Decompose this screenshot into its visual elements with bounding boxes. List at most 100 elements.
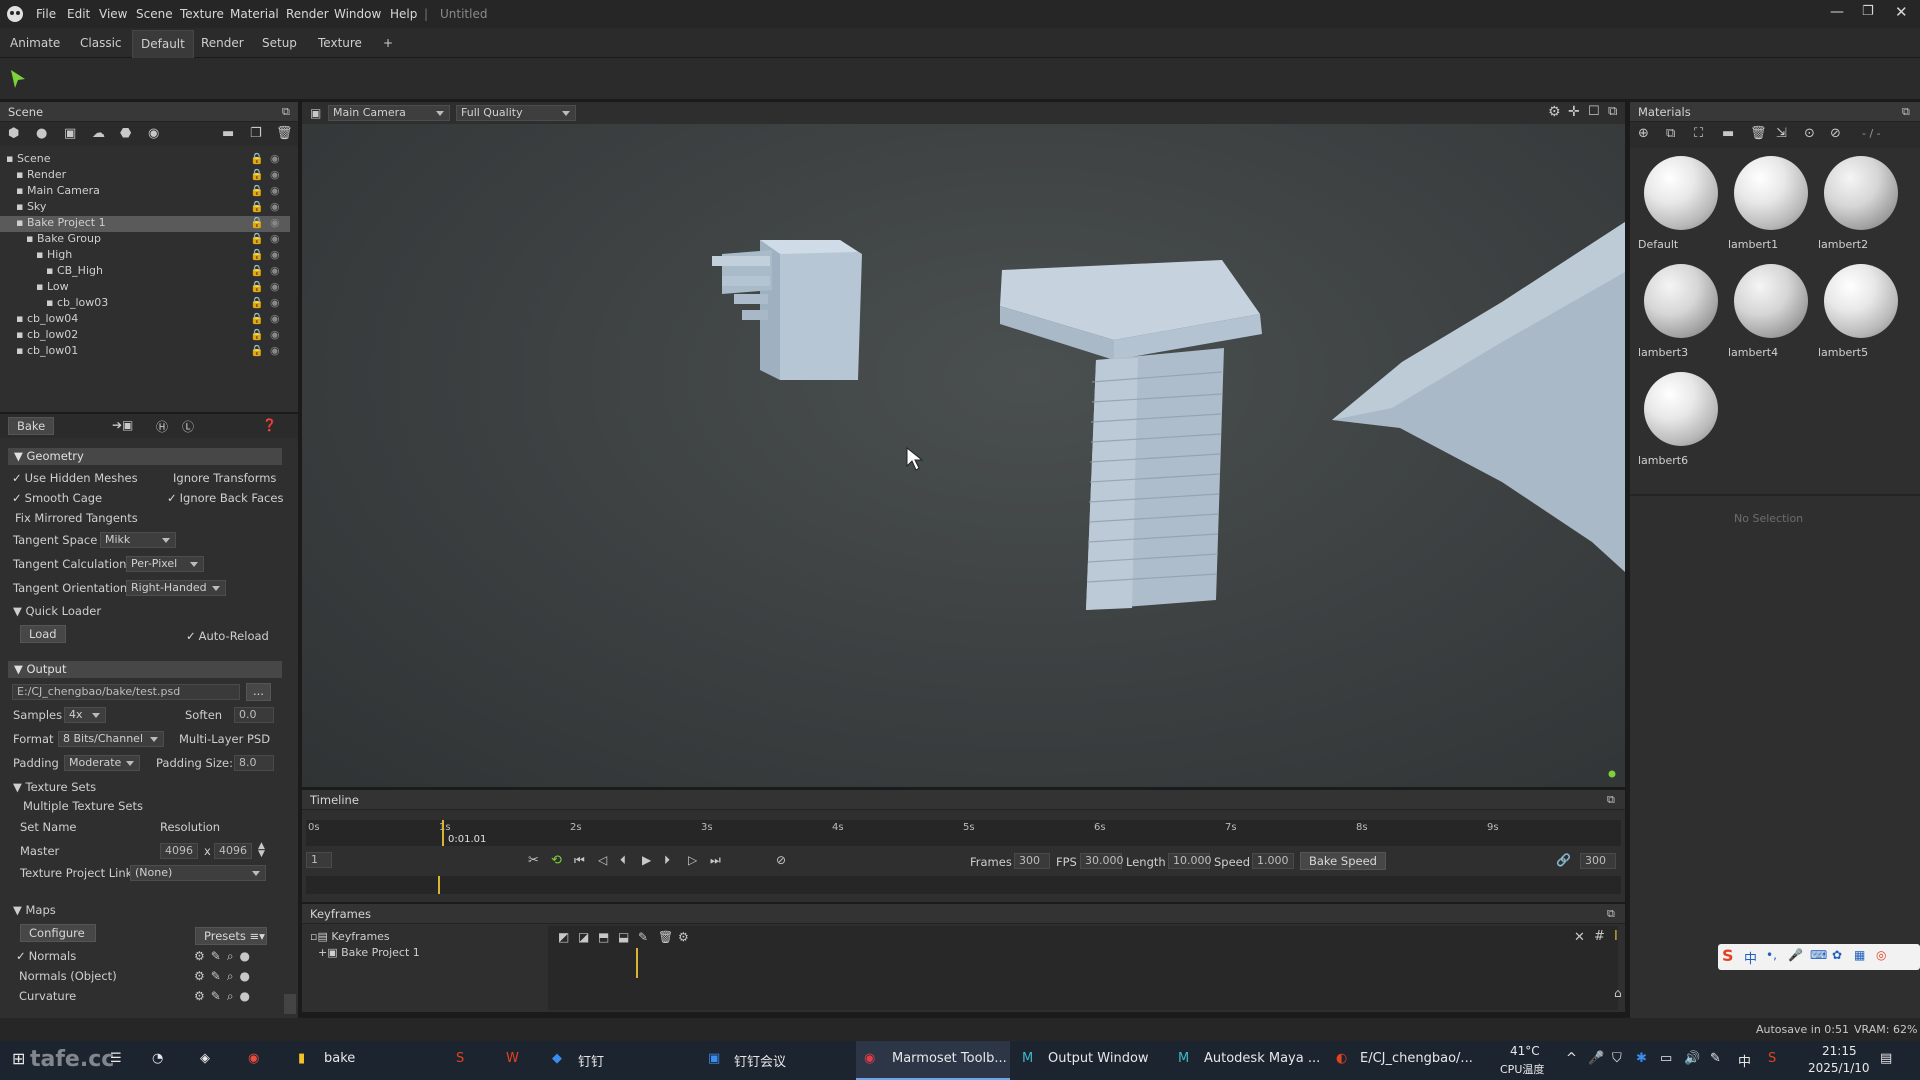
map-tools-icon[interactable]: ⚙✎⌕●	[194, 989, 256, 1004]
output-section-header[interactable]: ▼ Output	[8, 661, 282, 678]
tangent-calculation-select[interactable]: Per-Pixel	[126, 556, 204, 572]
menu-edit[interactable]: Edit	[67, 7, 90, 21]
tab-default[interactable]: Default	[132, 30, 194, 58]
tray-mic-icon[interactable]: 🎤	[1588, 1051, 1604, 1066]
marmoset-icon[interactable]: ◉	[864, 1051, 875, 1066]
app-icon[interactable]: ◐	[1336, 1051, 1347, 1066]
punctuation-icon[interactable]: •,	[1766, 948, 1777, 962]
delete-icon[interactable]: 🗑	[276, 126, 293, 141]
scene-tree-item[interactable]: ▪ Render 🔒 ◉	[0, 168, 290, 184]
add-bake-icon[interactable]: ◉	[148, 126, 159, 141]
menu-view[interactable]: View	[99, 7, 127, 21]
toolbox-icon[interactable]: ▦	[1854, 948, 1865, 962]
tab-render[interactable]: Render	[201, 36, 244, 50]
popout-icon[interactable]: ⧉	[282, 105, 290, 119]
lock-icon[interactable]: 🔒	[250, 184, 264, 197]
task-folder[interactable]: E/CJ_chengbao/...	[1360, 1051, 1473, 1066]
keyframes-tree-root[interactable]: ▫▤ Keyframes	[310, 930, 390, 943]
viewport-camera-icon[interactable]: ▣	[310, 106, 321, 120]
viewport[interactable]	[302, 102, 1625, 787]
material-swatch[interactable]: lambert5	[1816, 262, 1904, 366]
wps-icon[interactable]: W	[506, 1051, 519, 1066]
fps-field[interactable]: 30.000	[1080, 853, 1124, 869]
material-swatch[interactable]: lambert4	[1726, 262, 1814, 366]
add-cloud-icon[interactable]: ☁	[92, 126, 105, 141]
step-forward-icon[interactable]: ⏵	[664, 853, 670, 868]
map-row[interactable]: ✓ Normals ⚙✎⌕●	[16, 947, 276, 965]
visibility-eye-icon[interactable]: ◉	[270, 216, 280, 229]
material-folder-icon[interactable]: ▬	[1722, 126, 1734, 141]
visibility-eye-icon[interactable]: ◉	[270, 248, 280, 261]
clear-material-icon[interactable]: ⊘	[1830, 126, 1841, 141]
menu-render[interactable]: Render	[286, 7, 329, 21]
lock-icon[interactable]: 🔒	[250, 264, 264, 277]
skip-start-icon[interactable]: ⏮	[574, 853, 585, 868]
visibility-eye-icon[interactable]: ◉	[270, 264, 280, 277]
dingtalk-icon[interactable]: ◆	[552, 1051, 562, 1066]
scene-tree-item[interactable]: ▪ cb_low01 🔒 ◉	[0, 344, 290, 360]
voice-icon[interactable]: 🎤	[1788, 948, 1803, 962]
link-icon[interactable]: 🔗	[1556, 853, 1571, 867]
timeline-popout-icon[interactable]: ⧉	[1607, 793, 1615, 807]
sogou-s-icon[interactable]: S	[1722, 946, 1734, 965]
frames-field[interactable]: 300	[1014, 853, 1050, 869]
menu-texture[interactable]: Texture	[180, 7, 224, 21]
quick-loader-header[interactable]: ▼ Quick Loader	[13, 604, 101, 618]
scene-tree-item[interactable]: ▪ Sky 🔒 ◉	[0, 200, 290, 216]
task-maya[interactable]: Autodesk Maya ...	[1204, 1051, 1320, 1066]
select-tool-icon[interactable]	[10, 69, 26, 89]
duplicate-icon[interactable]: ❐	[250, 126, 262, 141]
viewport-maximize-icon[interactable]: ☐	[1588, 104, 1600, 119]
geometry-section-header[interactable]: ▼ Geometry	[8, 448, 282, 465]
soften-field[interactable]: 0.0	[234, 707, 274, 723]
tray-pen-icon[interactable]: ✎	[1710, 1051, 1721, 1066]
folder-icon[interactable]: ▬	[222, 126, 234, 141]
speed-field[interactable]: 1.000	[1252, 853, 1294, 869]
padding-size-field[interactable]: 8.0	[234, 755, 274, 771]
resolution-height-field[interactable]: 4096	[214, 843, 252, 859]
current-frame-field[interactable]: 1	[306, 852, 332, 868]
bake-arrow-icon[interactable]: ➔▣	[112, 418, 133, 432]
task-marmoset[interactable]: Marmoset Toolb...	[892, 1051, 1007, 1066]
key-tools-icon[interactable]: ⚙	[678, 930, 689, 944]
scene-tree-item[interactable]: ▪ CB_High 🔒 ◉	[0, 264, 290, 280]
windows-start-icon[interactable]: ⊞	[12, 1049, 25, 1068]
scene-tree-item[interactable]: ▪ cb_low04 🔒 ◉	[0, 312, 290, 328]
scene-tree-item[interactable]: ▪ cb_low02 🔒 ◉	[0, 328, 290, 344]
end-frame-field[interactable]: 300	[1580, 853, 1616, 869]
step-back-icon[interactable]: ⏴	[620, 853, 626, 868]
material-swatch[interactable]: lambert1	[1726, 154, 1814, 258]
texture-sets-header[interactable]: ▼ Texture Sets	[13, 780, 96, 794]
skip-end-icon[interactable]: ⏭	[710, 853, 721, 868]
scene-tree-item[interactable]: ▪ Main Camera 🔒 ◉	[0, 184, 290, 200]
visibility-eye-icon[interactable]: ◉	[270, 328, 280, 341]
track-playhead[interactable]	[438, 876, 440, 894]
viewport-move-icon[interactable]: ✛	[1568, 104, 1580, 120]
material-swatch[interactable]: lambert6	[1636, 370, 1724, 474]
scene-tree-item[interactable]: ▪ cb_low03 🔒 ◉	[0, 296, 290, 312]
keyframes-tree-item[interactable]: +▣ Bake Project 1	[318, 946, 420, 959]
visibility-eye-icon[interactable]: ◉	[270, 312, 280, 325]
lock-icon[interactable]: 🔒	[250, 296, 264, 309]
merge-material-icon[interactable]: ⛶	[1694, 126, 1703, 141]
viewport-popout-icon[interactable]: ⧉	[1608, 104, 1617, 119]
quality-select[interactable]: Full Quality	[456, 105, 576, 121]
map-row[interactable]: Curvature ⚙✎⌕●	[16, 987, 276, 1005]
tray-expand-icon[interactable]: ^	[1566, 1051, 1577, 1066]
key-linear-icon[interactable]: ◩	[558, 930, 569, 944]
time-ruler[interactable]: 0s 1s 2s 3s 4s 5s 6s 7s 8s 9s 0:01.01	[306, 820, 1621, 846]
texture-project-link-select[interactable]: (None)	[130, 865, 266, 881]
tangent-space-select[interactable]: Mikk	[100, 532, 176, 548]
sogou-icon[interactable]: S	[456, 1051, 464, 1066]
key-ease-icon[interactable]: ◪	[578, 930, 589, 944]
lock-icon[interactable]: 🔒	[250, 168, 264, 181]
add-mesh-icon[interactable]: ⬢	[8, 126, 19, 141]
key-grid-icon[interactable]: #	[1594, 929, 1605, 944]
length-field[interactable]: 10.000	[1168, 853, 1212, 869]
tray-sogou-icon[interactable]: S	[1768, 1051, 1776, 1066]
duplicate-material-icon[interactable]: ⧉	[1666, 126, 1675, 141]
lock-icon[interactable]: 🔒	[250, 344, 264, 357]
visibility-eye-icon[interactable]: ◉	[270, 232, 280, 245]
lock-icon[interactable]: 🔒	[250, 280, 264, 293]
resolution-stepper-icon[interactable]: ▲ ▼	[258, 842, 265, 859]
